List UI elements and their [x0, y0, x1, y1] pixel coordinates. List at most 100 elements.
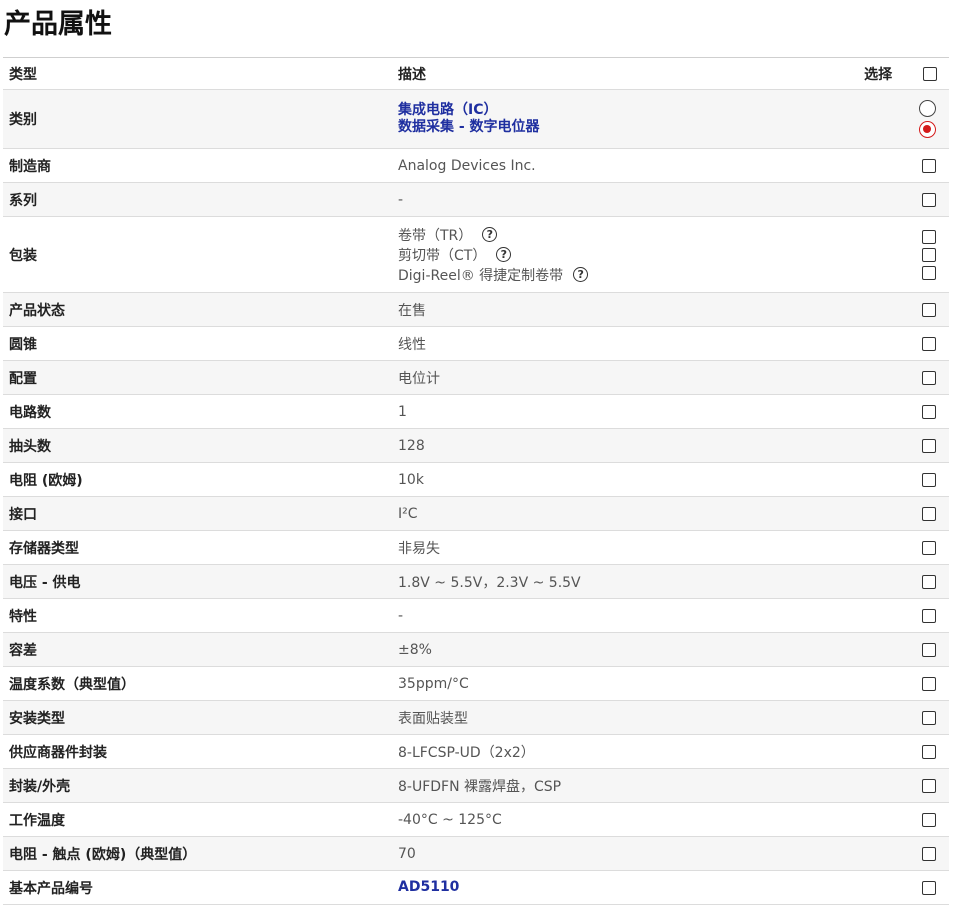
row-value: -40°C ~ 125°C: [392, 802, 857, 837]
row-value: 10k: [392, 462, 857, 497]
row-key: 温度系数（典型值）: [3, 666, 392, 701]
row-value: I²C: [392, 496, 857, 531]
row-select: [857, 564, 949, 599]
checkbox-icon[interactable]: [922, 880, 936, 895]
row-value: 电位计: [392, 360, 857, 395]
checkbox-icon[interactable]: [922, 370, 936, 385]
row-key: 制造商: [3, 148, 392, 183]
row-value: -: [392, 598, 857, 633]
row-select: [857, 89, 949, 149]
table-row-operating-temp: 工作温度 -40°C ~ 125°C: [3, 802, 949, 837]
checkbox-icon[interactable]: [922, 192, 936, 207]
table-row-supply-voltage: 电压 - 供电 1.8V ~ 5.5V，2.3V ~ 5.5V: [3, 564, 949, 599]
row-value: 70: [392, 836, 857, 871]
row-select: [857, 428, 949, 463]
row-value: -: [392, 182, 857, 217]
table-row-packaging: 包装 卷带（TR） ? 剪切带（CT） ? Digi-Reel® 得捷定制卷带 …: [3, 216, 949, 293]
table-row-base-part-number: 基本产品编号 AD5110: [3, 870, 949, 905]
table-row-tolerance: 容差 ±8%: [3, 632, 949, 667]
row-key: 特性: [3, 598, 392, 633]
packaging-option-digireel: Digi-Reel® 得捷定制卷带 ?: [398, 265, 857, 285]
checkbox-icon-packaging-digireel[interactable]: [922, 265, 936, 280]
checkbox-icon[interactable]: [922, 336, 936, 351]
row-value: 卷带（TR） ? 剪切带（CT） ? Digi-Reel® 得捷定制卷带 ?: [392, 216, 857, 293]
category-link-ic[interactable]: 集成电路（IC）: [398, 102, 857, 119]
row-select: [857, 182, 949, 217]
help-circle-icon[interactable]: ?: [573, 267, 589, 282]
checkbox-icon[interactable]: [922, 642, 936, 657]
row-select: [857, 870, 949, 905]
row-select: [857, 666, 949, 701]
table-row-memory-type: 存储器类型 非易失: [3, 530, 949, 565]
row-key: 容差: [3, 632, 392, 667]
row-select: [857, 700, 949, 735]
row-key: 圆锥: [3, 326, 392, 361]
checkbox-icon[interactable]: [922, 302, 936, 317]
checkbox-icon-packaging-ct[interactable]: [922, 247, 936, 262]
table-row-taper: 圆锥 线性: [3, 326, 949, 361]
row-key: 封装/外壳: [3, 768, 392, 803]
header-type: 类型: [3, 57, 392, 90]
checkbox-icon[interactable]: [922, 506, 936, 521]
table-row-wiper-resistance: 电阻 - 触点 (欧姆)（典型值） 70: [3, 836, 949, 871]
checkbox-icon[interactable]: [922, 608, 936, 623]
row-value: 1.8V ~ 5.5V，2.3V ~ 5.5V: [392, 564, 857, 599]
row-select: [857, 530, 949, 565]
checkbox-icon[interactable]: [922, 472, 936, 487]
base-part-number-link[interactable]: AD5110: [398, 879, 857, 896]
row-key: 包装: [3, 216, 392, 293]
radio-icon-category-ic[interactable]: [919, 100, 936, 117]
table-row-temp-coefficient: 温度系数（典型值） 35ppm/°C: [3, 666, 949, 701]
attributes-table: 类型 描述 选择 类别 集成电路（IC） 数据采集 - 数字电位器 制造商 An…: [3, 57, 949, 905]
table-row-supplier-package: 供应商器件封装 8-LFCSP-UD（2x2）: [3, 734, 949, 769]
row-select: [857, 734, 949, 769]
row-select: [857, 836, 949, 871]
row-key: 电压 - 供电: [3, 564, 392, 599]
checkbox-icon[interactable]: [922, 778, 936, 793]
row-value: AD5110: [392, 870, 857, 905]
radio-icon-category-digital-pot[interactable]: [919, 121, 936, 138]
row-value: 128: [392, 428, 857, 463]
checkbox-icon[interactable]: [922, 438, 936, 453]
select-all-checkbox-icon[interactable]: [923, 66, 937, 81]
checkbox-icon[interactable]: [922, 540, 936, 555]
checkbox-icon[interactable]: [922, 812, 936, 827]
row-value: 非易失: [392, 530, 857, 565]
help-circle-icon[interactable]: ?: [496, 247, 512, 262]
row-select: [857, 148, 949, 183]
checkbox-icon[interactable]: [922, 404, 936, 419]
checkbox-icon[interactable]: [922, 676, 936, 691]
help-circle-icon[interactable]: ?: [482, 227, 498, 242]
row-select: [857, 360, 949, 395]
row-key: 存储器类型: [3, 530, 392, 565]
row-key: 供应商器件封装: [3, 734, 392, 769]
checkbox-icon-packaging-tr[interactable]: [922, 229, 936, 244]
row-select: [857, 326, 949, 361]
row-value: 8-UFDFN 裸露焊盘，CSP: [392, 768, 857, 803]
table-row-mounting-type: 安装类型 表面贴装型: [3, 700, 949, 735]
checkbox-icon[interactable]: [922, 710, 936, 725]
row-value: 线性: [392, 326, 857, 361]
row-select: [857, 802, 949, 837]
table-row-interface: 接口 I²C: [3, 496, 949, 531]
table-row-circuits: 电路数 1: [3, 394, 949, 429]
packaging-option-label: Digi-Reel® 得捷定制卷带: [398, 267, 564, 284]
row-select: [857, 292, 949, 327]
checkbox-icon[interactable]: [922, 574, 936, 589]
category-link-digital-pot[interactable]: 数据采集 - 数字电位器: [398, 119, 857, 136]
header-select: 选择: [857, 57, 949, 90]
checkbox-icon[interactable]: [922, 846, 936, 861]
table-row-status: 产品状态 在售: [3, 292, 949, 327]
checkbox-icon[interactable]: [922, 158, 936, 173]
row-select: [857, 598, 949, 633]
row-key: 接口: [3, 496, 392, 531]
row-key: 抽头数: [3, 428, 392, 463]
row-value: 集成电路（IC） 数据采集 - 数字电位器: [392, 89, 857, 149]
row-key: 产品状态: [3, 292, 392, 327]
checkbox-icon[interactable]: [922, 744, 936, 759]
row-key: 电路数: [3, 394, 392, 429]
page-title: 产品属性: [4, 9, 112, 40]
packaging-option-label: 卷带（TR）: [398, 227, 473, 244]
table-row-package-case: 封装/外壳 8-UFDFN 裸露焊盘，CSP: [3, 768, 949, 803]
table-row-features: 特性 -: [3, 598, 949, 633]
